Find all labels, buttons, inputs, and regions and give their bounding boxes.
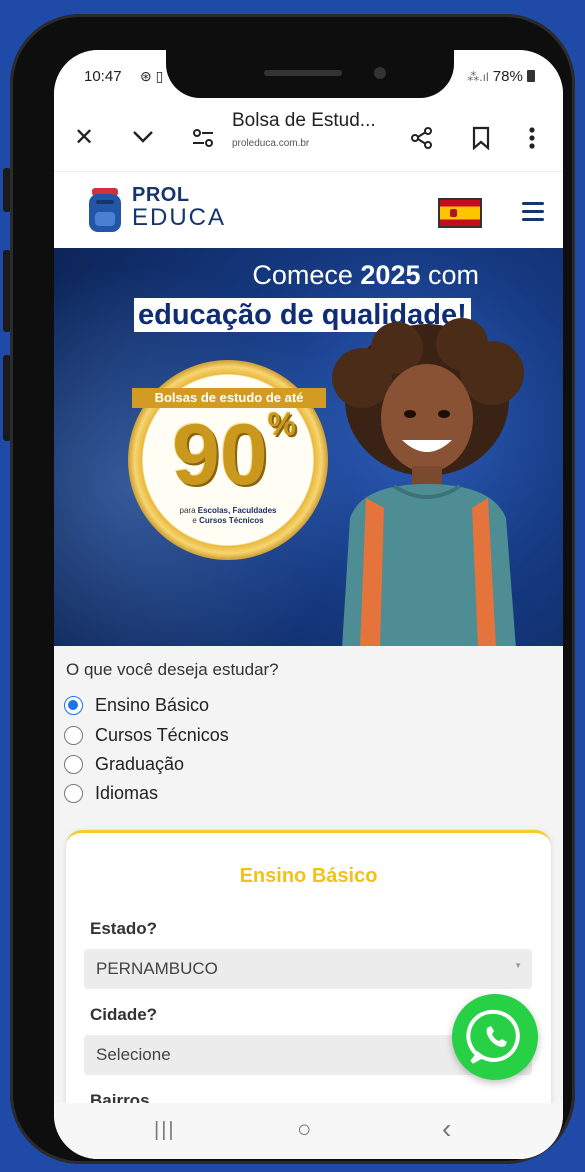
radio-button[interactable]	[64, 754, 83, 774]
radio-label[interactable]: Idiomas	[95, 783, 158, 804]
speaker-grille	[264, 70, 342, 76]
student-girl-image	[332, 318, 524, 646]
back-icon[interactable]: ‹	[442, 1113, 451, 1145]
study-question: O que você deseja estudar?	[66, 660, 279, 679]
phone-frame: 10:47 ⊛ ▯ ⁂.ıl 78% ✕ Bolsa de Estud... p…	[10, 14, 575, 1164]
system-navigation-bar: ||| ○ ‹	[54, 1103, 563, 1159]
banner-headline-year: 2025	[360, 260, 421, 290]
city-label: Cidade?	[90, 1005, 158, 1024]
hamburger-line	[522, 210, 544, 213]
radio-idiomas[interactable]: Idiomas	[64, 780, 158, 806]
radio-button-checked[interactable]	[64, 695, 83, 715]
medal-caption-courses: Cursos Técnicos	[199, 516, 264, 525]
battery-percent: 78%	[492, 68, 523, 85]
state-select[interactable]: PERNAMBUCO ▼	[84, 949, 532, 989]
medal-ribbon: Bolsas de estudo de até	[132, 388, 326, 408]
phone-screen: 10:47 ⊛ ▯ ⁂.ıl 78% ✕ Bolsa de Estud... p…	[54, 50, 563, 1159]
page-url[interactable]: proleduca.com.br	[232, 138, 309, 149]
radio-label[interactable]: Graduação	[95, 754, 184, 775]
site-header: PROL EDUCA	[54, 172, 563, 248]
logo-text-educa[interactable]: EDUCA	[132, 204, 226, 232]
hamburger-line	[522, 218, 544, 221]
whatsapp-button[interactable]	[452, 994, 538, 1080]
banner-headline-post: com	[420, 260, 479, 290]
select-caret-icon: ▼	[514, 961, 522, 970]
front-camera	[374, 67, 386, 79]
radio-cursos-tecnicos[interactable]: Cursos Técnicos	[64, 722, 229, 748]
medal-caption-pre: para	[179, 506, 198, 515]
radio-button[interactable]	[64, 725, 83, 745]
medal-value: 90	[172, 407, 268, 503]
share-icon[interactable]	[410, 126, 434, 150]
spain-flag-icon[interactable]	[438, 198, 482, 228]
radio-button[interactable]	[64, 783, 83, 803]
study-type-section: O que você deseja estudar? Ensino Básico…	[54, 646, 563, 826]
status-battery: ⁂.ıl 78%	[467, 68, 535, 85]
banner-headline-pre: Comece	[252, 260, 361, 290]
state-label: Estado?	[90, 919, 158, 938]
hero-banner[interactable]: Comece 2025 com educação de qualidade! B…	[54, 248, 563, 646]
radio-label[interactable]: Ensino Básico	[95, 695, 209, 716]
status-notification-icons: ⊛ ▯	[140, 68, 164, 84]
chevron-down-icon[interactable]	[132, 130, 154, 144]
browser-toolbar: ✕ Bolsa de Estud... proleduca.com.br	[54, 102, 563, 172]
signal-icon: ⁂.ıl	[467, 70, 489, 84]
tune-icon[interactable]	[192, 128, 214, 148]
camera-notch	[166, 50, 454, 98]
city-select-value: Selecione	[96, 1045, 171, 1064]
close-icon[interactable]: ✕	[74, 126, 94, 150]
more-vert-icon[interactable]	[528, 126, 536, 150]
medal-caption: para Escolas, Faculdades e Cursos Técnico…	[158, 506, 298, 526]
battery-icon	[527, 70, 535, 82]
radio-graduacao[interactable]: Graduação	[64, 751, 184, 777]
bookmark-icon[interactable]	[472, 126, 490, 150]
state-select-value: PERNAMBUCO	[96, 959, 218, 978]
radio-ensino-basico[interactable]: Ensino Básico	[64, 692, 209, 718]
banner-headline: Comece 2025 com	[252, 260, 479, 291]
medal-caption-schools: Escolas, Faculdades	[197, 506, 277, 515]
hamburger-line	[522, 202, 544, 205]
whatsapp-icon	[466, 1009, 520, 1064]
page-title[interactable]: Bolsa de Estud...	[232, 110, 376, 132]
medal-percentage: 90%	[172, 406, 296, 505]
status-time: 10:47	[84, 68, 122, 85]
radio-label[interactable]: Cursos Técnicos	[95, 725, 229, 746]
flag-crest	[450, 209, 457, 217]
form-title: Ensino Básico	[239, 865, 378, 887]
home-icon[interactable]: ○	[297, 1116, 312, 1144]
medal-percent-sign: %	[267, 406, 297, 442]
hamburger-icon[interactable]	[522, 202, 544, 226]
recent-apps-icon[interactable]: |||	[154, 1119, 176, 1142]
backpack-logo-icon[interactable]	[86, 182, 124, 234]
